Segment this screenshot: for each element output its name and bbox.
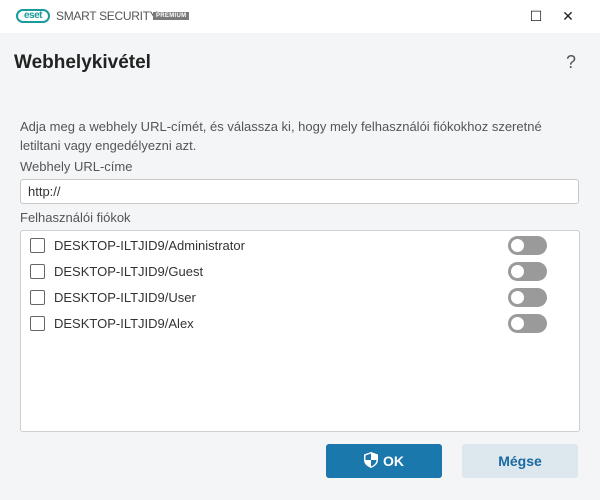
account-name: DESKTOP-ILTJID9/Alex [54,316,194,331]
account-row: DESKTOP-ILTJID9/Alex [21,312,579,336]
page-title: Webhelykivétel [14,52,151,73]
cancel-button[interactable]: Mégse [462,444,578,478]
accounts-label: Felhasználói fiókok [20,210,131,225]
accounts-list: DESKTOP-ILTJID9/Administrator DESKTOP-IL… [20,230,580,432]
title-bar: eset SMART SECURITY PREMIUM ☐ ✕ [0,0,600,33]
description: Adja meg a webhely URL-címét, és válassz… [20,119,542,153]
account-row: DESKTOP-ILTJID9/Guest [21,260,579,284]
product-name: SMART SECURITY [56,9,158,23]
url-label: Webhely URL-címe [20,159,133,174]
ok-label: OK [383,453,404,469]
account-toggle[interactable] [508,288,547,307]
edition-badge: PREMIUM [153,12,190,20]
account-name: DESKTOP-ILTJID9/User [54,290,196,305]
url-input[interactable] [20,179,579,204]
account-checkbox[interactable] [30,316,45,331]
help-icon[interactable]: ? [566,52,576,73]
close-button[interactable]: ✕ [558,6,578,26]
account-row: DESKTOP-ILTJID9/Administrator [21,234,579,258]
account-checkbox[interactable] [30,290,45,305]
ok-button[interactable]: OK [326,444,442,478]
account-checkbox[interactable] [30,264,45,279]
account-name: DESKTOP-ILTJID9/Guest [54,264,204,279]
account-toggle[interactable] [508,314,547,333]
shield-icon [364,452,378,468]
account-toggle[interactable] [508,236,547,255]
account-name: DESKTOP-ILTJID9/Administrator [54,238,245,253]
eset-logo: eset [16,9,50,23]
maximize-button[interactable]: ☐ [526,6,546,26]
account-row: DESKTOP-ILTJID9/User [21,286,579,310]
account-checkbox[interactable] [30,238,45,253]
account-toggle[interactable] [508,262,547,281]
